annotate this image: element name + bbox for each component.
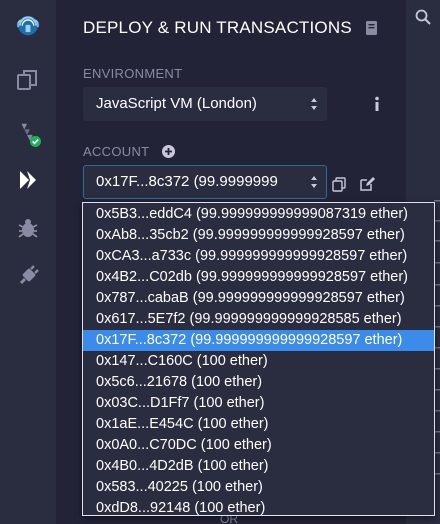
- account-option[interactable]: 0x5c6...21678 (100 ether): [83, 372, 434, 393]
- account-select[interactable]: 0x17F...8c372 (99.9999999: [83, 165, 327, 199]
- account-option[interactable]: 0xCA3...a733c (99.999999999999928597 eth…: [83, 246, 434, 267]
- environment-label: ENVIRONMENT: [83, 66, 183, 81]
- deploy-run-icon[interactable]: [12, 164, 44, 196]
- account-option[interactable]: 0x617...5E7f2 (99.999999999999928585 eth…: [83, 309, 434, 330]
- environment-select[interactable]: JavaScript VM (London): [83, 87, 327, 121]
- account-option[interactable]: 0x1aE...E454C (100 ether): [83, 414, 434, 435]
- account-option[interactable]: 0x787...cabaB (99.999999999999928597 eth…: [83, 288, 434, 309]
- solidity-compiler-icon[interactable]: [12, 118, 44, 150]
- file-explorer-icon[interactable]: [12, 64, 44, 96]
- documentation-icon[interactable]: [365, 20, 379, 36]
- account-label: ACCOUNT: [83, 144, 150, 159]
- add-account-icon[interactable]: [162, 145, 175, 158]
- panel-title: DEPLOY & RUN TRANSACTIONS: [83, 18, 352, 37]
- account-option[interactable]: 0x17F...8c372 (99.999999999999928597 eth…: [83, 330, 434, 351]
- plugin-manager-icon[interactable]: [12, 260, 44, 292]
- info-icon[interactable]: [372, 96, 382, 112]
- select-caret-icon: [310, 174, 318, 190]
- search-icon[interactable]: [415, 9, 431, 25]
- account-option[interactable]: 0x03C...D1Ff7 (100 ether): [83, 393, 434, 414]
- debugger-icon[interactable]: [12, 212, 44, 244]
- select-caret-icon: [310, 96, 318, 112]
- remix-logo-icon[interactable]: [12, 8, 44, 40]
- account-option[interactable]: 0x4B2...C02db (99.999999999999928597 eth…: [83, 267, 434, 288]
- account-option[interactable]: 0x583...40225 (100 ether): [83, 477, 434, 498]
- account-option[interactable]: 0x5B3...eddC4 (99.999999999999087319 eth…: [83, 204, 434, 225]
- account-value: 0x17F...8c372 (99.9999999: [96, 173, 278, 190]
- account-option[interactable]: 0x4B0...4D2dB (100 ether): [83, 456, 434, 477]
- environment-value: JavaScript VM (London): [96, 95, 257, 112]
- edit-icon[interactable]: [359, 176, 375, 192]
- account-dropdown-list: 0x5B3...eddC4 (99.999999999999087319 eth…: [82, 202, 435, 516]
- account-option[interactable]: 0xdD8...92148 (100 ether): [83, 498, 434, 515]
- icon-rail: [0, 0, 56, 524]
- account-option[interactable]: 0xAb8...35cb2 (99.999999999999928597 eth…: [83, 225, 434, 246]
- copy-icon[interactable]: [332, 177, 346, 192]
- account-option[interactable]: 0x0A0...C70DC (100 ether): [83, 435, 434, 456]
- account-option[interactable]: 0x147...C160C (100 ether): [83, 351, 434, 372]
